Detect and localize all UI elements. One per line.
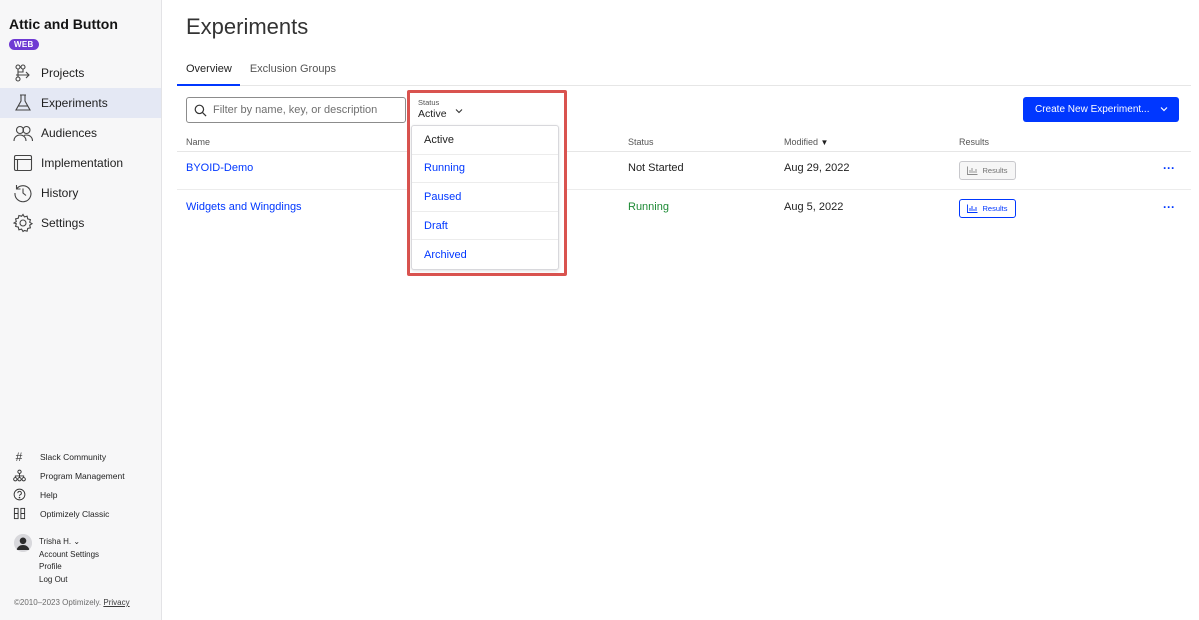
logout-link[interactable]: Log Out: [39, 574, 99, 587]
utility-links: # Slack Community Program Management Hel…: [12, 447, 162, 523]
experiment-modified: Aug 29, 2022: [784, 162, 850, 174]
status-option-draft[interactable]: Draft: [412, 212, 558, 241]
column-header-results: Results: [959, 137, 990, 147]
sidebar-item-history[interactable]: History: [0, 178, 161, 208]
results-button-disabled: Results: [959, 161, 1016, 180]
status-filter-menu: Active Running Paused Draft Archived: [411, 125, 559, 270]
classic-icon: [12, 507, 26, 521]
user-name: Trisha H.: [39, 537, 72, 546]
copyright-text: ©2010–2023 Optimizely.: [14, 598, 102, 607]
chevron-down-icon: [455, 109, 463, 114]
results-button[interactable]: Results: [959, 199, 1016, 218]
status-filter-label: Status: [418, 98, 440, 107]
sidebar-item-label: History: [41, 186, 79, 200]
util-label: Help: [40, 489, 58, 500]
column-header-status[interactable]: Status: [628, 137, 654, 147]
flask-icon: [12, 93, 34, 113]
active-tab-indicator: [177, 84, 240, 86]
program-management-link[interactable]: Program Management: [12, 466, 162, 485]
tab-exclusion-groups[interactable]: Exclusion Groups: [250, 63, 336, 84]
more-actions-icon[interactable]: ···: [1163, 200, 1175, 214]
page-title: Experiments: [186, 14, 309, 39]
experiment-name-link[interactable]: Widgets and Wingdings: [186, 201, 302, 213]
window-icon: [12, 153, 34, 173]
gear-icon: [12, 213, 34, 233]
chevron-down-icon: [1160, 107, 1168, 112]
chevron-down-icon: ⌄: [73, 537, 81, 546]
create-new-experiment-button[interactable]: Create New Experiment...: [1023, 97, 1179, 122]
row-divider: [177, 189, 1191, 190]
account-user-toggle[interactable]: Trisha H. ⌄: [39, 536, 99, 549]
status-option-archived[interactable]: Archived: [412, 240, 558, 269]
account-settings-link[interactable]: Account Settings: [39, 549, 99, 562]
util-label: Optimizely Classic: [40, 508, 110, 519]
hashtag-icon: #: [15, 449, 23, 464]
modified-label: Modified: [784, 137, 819, 147]
results-label: Results: [982, 204, 1008, 213]
util-label: Program Management: [40, 470, 125, 481]
bar-chart-icon: [967, 166, 978, 175]
sidebar-nav: Projects Experiments Audiences Implement…: [0, 58, 161, 238]
optimizely-classic-link[interactable]: Optimizely Classic: [12, 504, 162, 523]
profile-link[interactable]: Profile: [39, 561, 99, 574]
projects-icon: [12, 63, 34, 83]
help-icon: [12, 488, 26, 502]
results-label: Results: [982, 166, 1008, 175]
more-actions-icon[interactable]: ···: [1163, 161, 1175, 175]
search-box[interactable]: [186, 97, 406, 123]
status-option-active[interactable]: Active: [412, 126, 558, 155]
privacy-link[interactable]: Privacy: [103, 598, 129, 607]
status-filter-value: Active: [418, 108, 447, 120]
copyright: ©2010–2023 Optimizely. Privacy: [14, 598, 130, 607]
org-chart-icon: [12, 469, 26, 483]
sidebar-item-label: Audiences: [41, 126, 98, 140]
table-header-divider: [177, 151, 1191, 152]
status-filter-select[interactable]: Status Active: [418, 98, 463, 120]
experiment-status: Running: [628, 201, 669, 213]
account-links: Trisha H. ⌄ Account Settings Profile Log…: [39, 536, 99, 586]
search-icon: [194, 104, 207, 116]
sidebar-item-label: Experiments: [41, 96, 108, 110]
history-icon: [12, 183, 34, 203]
status-option-paused[interactable]: Paused: [412, 183, 558, 212]
sidebar-item-label: Projects: [41, 66, 85, 80]
experiment-name-link[interactable]: BYOID-Demo: [186, 162, 253, 174]
sidebar-item-implementation[interactable]: Implementation: [0, 148, 161, 178]
sort-desc-icon: ▼: [820, 138, 829, 147]
slack-community-link[interactable]: # Slack Community: [12, 447, 162, 466]
experiment-status: Not Started: [628, 162, 684, 174]
status-option-running[interactable]: Running: [412, 155, 558, 184]
search-input[interactable]: [213, 104, 398, 116]
tab-bar: Overview Exclusion Groups: [186, 63, 354, 84]
sidebar: Attic and Button WEB Projects Experiment…: [0, 0, 162, 620]
util-label: Slack Community: [40, 451, 107, 462]
sidebar-item-experiments[interactable]: Experiments: [0, 88, 161, 118]
sidebar-item-label: Implementation: [41, 156, 124, 170]
platform-badge: WEB: [9, 39, 39, 50]
tabs-divider: [177, 85, 1191, 86]
avatar[interactable]: [14, 534, 32, 552]
tab-overview[interactable]: Overview: [186, 63, 232, 84]
sidebar-item-projects[interactable]: Projects: [0, 58, 161, 88]
column-header-modified[interactable]: Modified ▼: [784, 137, 828, 147]
sidebar-item-settings[interactable]: Settings: [0, 208, 161, 238]
bar-chart-icon: [967, 204, 978, 213]
sidebar-item-audiences[interactable]: Audiences: [0, 118, 161, 148]
project-name[interactable]: Attic and Button: [9, 16, 118, 32]
audiences-icon: [12, 123, 34, 143]
sidebar-item-label: Settings: [41, 216, 85, 230]
column-header-name[interactable]: Name: [186, 137, 210, 147]
create-button-label: Create New Experiment...: [1035, 104, 1150, 115]
help-link[interactable]: Help: [12, 485, 162, 504]
experiment-modified: Aug 5, 2022: [784, 201, 844, 213]
